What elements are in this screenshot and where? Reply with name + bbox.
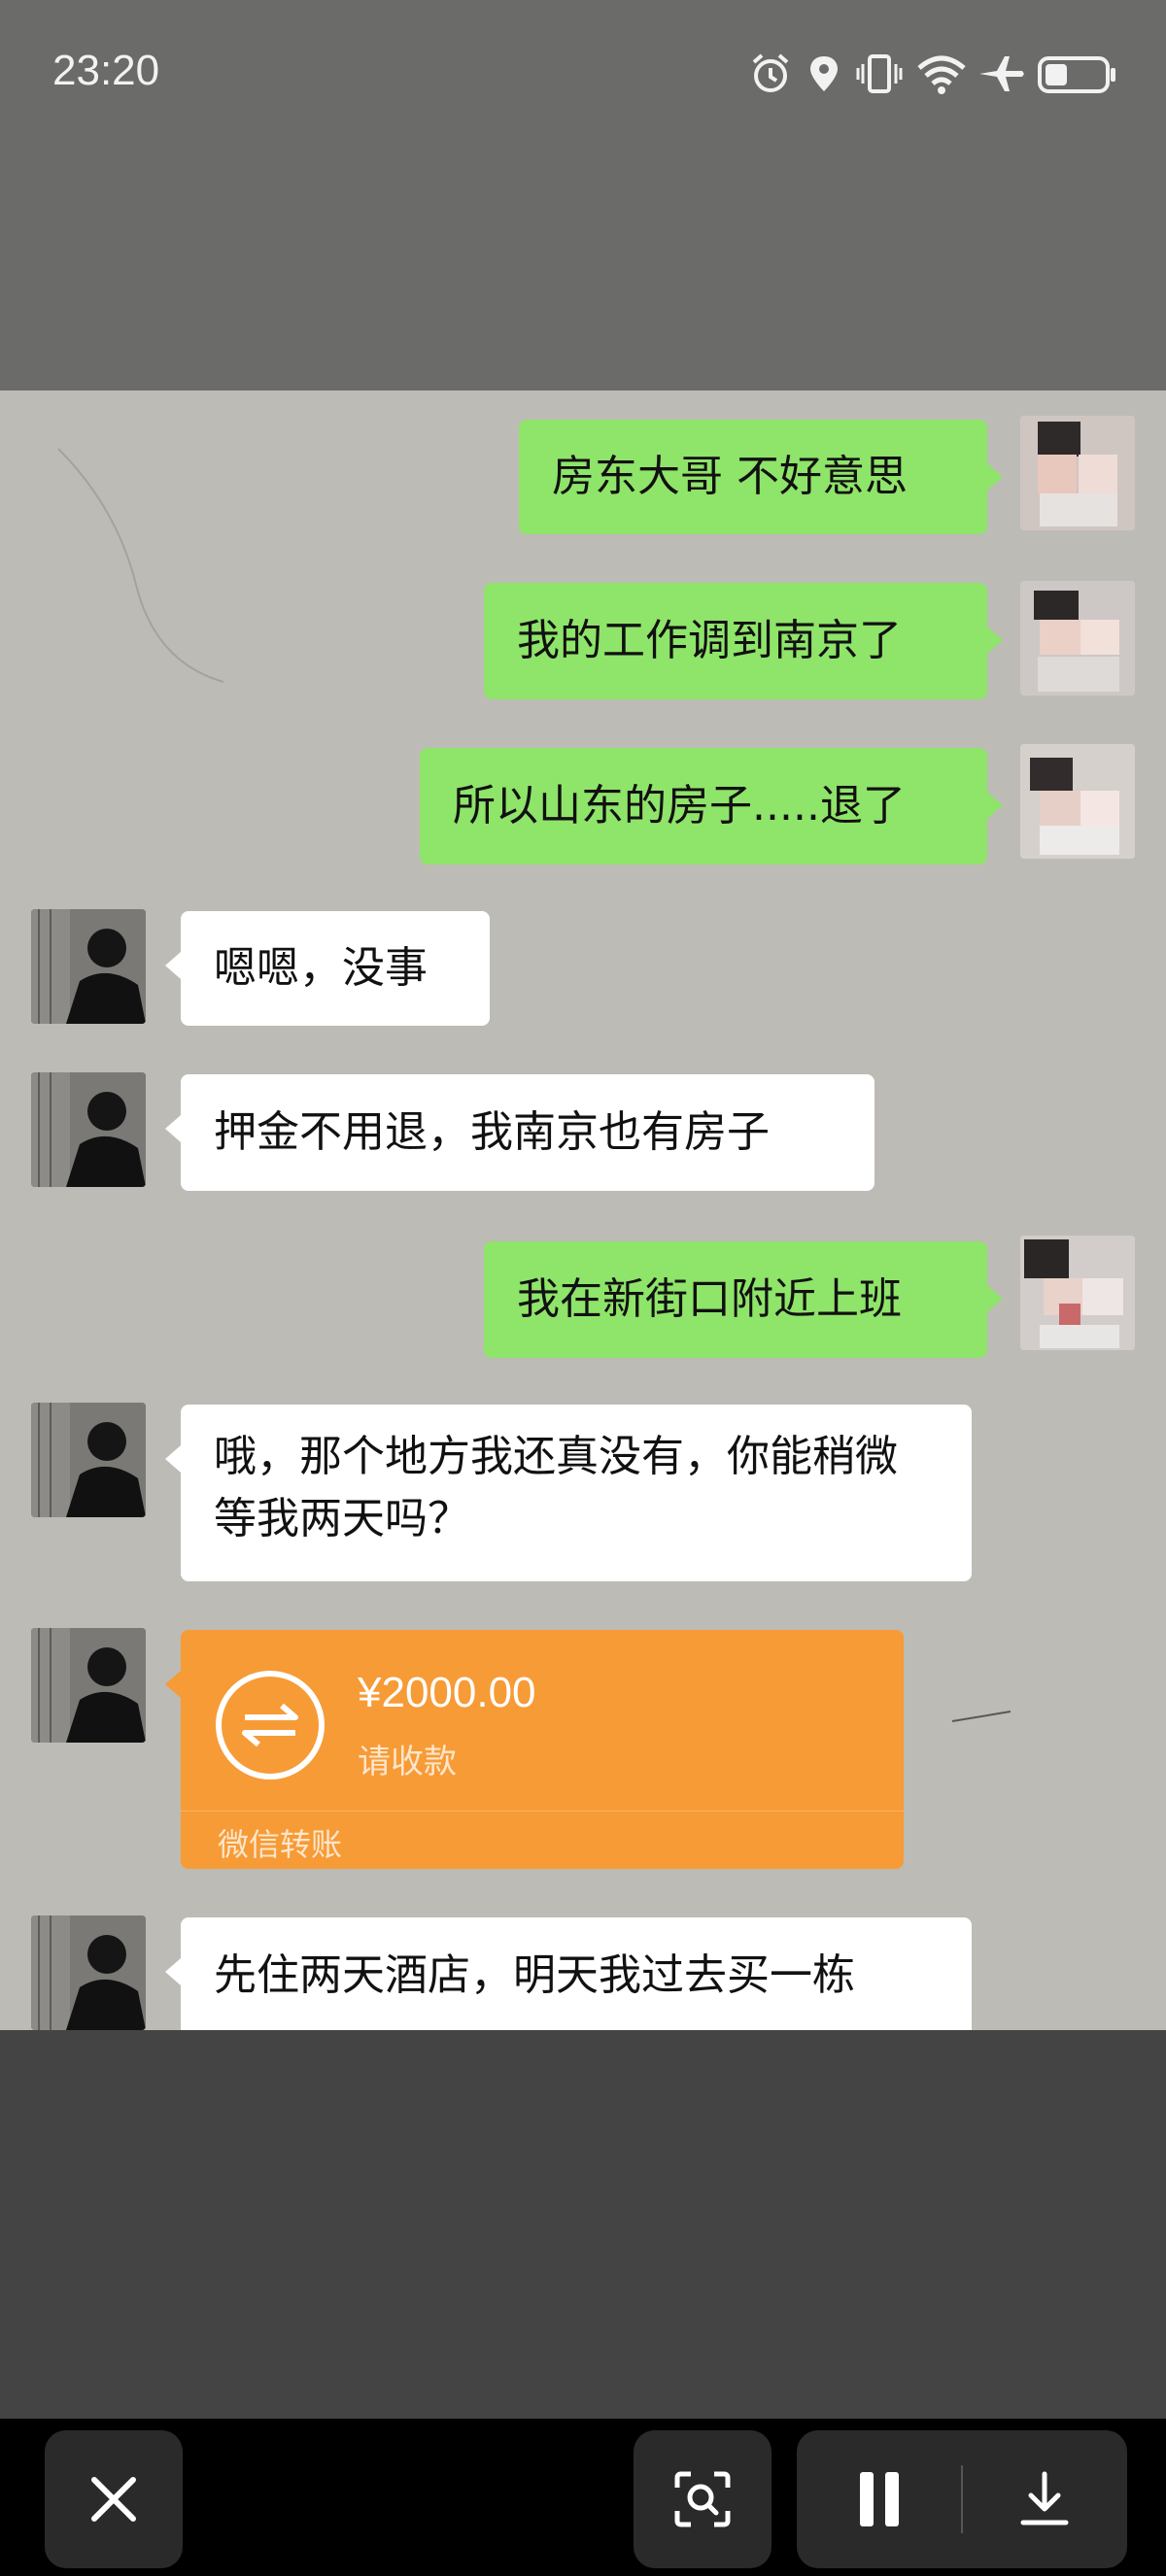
- status-bar: 23:20: [0, 0, 1166, 390]
- message-bubble-received[interactable]: 押金不用退，我南京也有房子: [181, 1074, 874, 1191]
- message-bubble-received[interactable]: 先住两天酒店，明天我过去买一栋: [181, 1917, 972, 2030]
- message-bubble-sent[interactable]: 房东大哥 不好意思: [519, 420, 987, 534]
- message-text: 我的工作调到南京了: [517, 616, 902, 665]
- vibrate-icon: [856, 54, 903, 93]
- message-text: 所以山东的房子.....退了: [453, 781, 906, 830]
- message-text: 押金不用退，我南京也有房子: [214, 1107, 770, 1157]
- playback-controls: [797, 2430, 1127, 2568]
- pause-button[interactable]: [797, 2430, 962, 2568]
- message-text: 嗯嗯，没事: [214, 943, 428, 993]
- avatar-self[interactable]: [1020, 744, 1135, 859]
- avatar-contact[interactable]: [31, 1628, 146, 1743]
- message-text: 我在新街口附近上班: [517, 1274, 902, 1324]
- close-icon: [91, 2477, 136, 2522]
- bubble-tail: [987, 463, 1003, 491]
- bubble-tail: [987, 627, 1003, 654]
- alarm-icon: [752, 53, 789, 92]
- avatar-contact[interactable]: [31, 1072, 146, 1187]
- message-text: 哦，那个地方我还真没有，你能稍微等我两天吗？: [214, 1432, 898, 1543]
- message-bubble-received[interactable]: 哦，那个地方我还真没有，你能稍微等我两天吗？: [181, 1405, 972, 1581]
- bubble-tail: [165, 952, 181, 979]
- transfer-amount: ¥2000.00: [358, 1669, 536, 1716]
- bubble-tail: [987, 792, 1003, 819]
- avatar-self[interactable]: [1020, 581, 1135, 695]
- transfer-footer: 微信转账: [218, 1826, 343, 1863]
- message-bubble-sent[interactable]: 我在新街口附近上班: [484, 1241, 987, 1358]
- airplane-mode-icon: [979, 56, 1024, 91]
- chat-area: 房东大哥 不好意思 我的工作调到南京了 所以山东的房子.....退了 嗯嗯，没事: [0, 390, 1166, 2030]
- bottom-control-bar: [0, 2419, 1166, 2576]
- bubble-tail: [165, 1115, 181, 1142]
- message-bubble-received[interactable]: 嗯嗯，没事: [181, 911, 490, 1026]
- battery-icon: [1038, 56, 1115, 93]
- transfer-divider: [181, 1811, 904, 1812]
- avatar-contact[interactable]: [31, 909, 146, 1024]
- pause-icon: [860, 2472, 899, 2526]
- message-text: 房东大哥 不好意思: [552, 452, 908, 501]
- scan-button[interactable]: [634, 2430, 772, 2568]
- location-icon: [810, 56, 838, 91]
- bubble-tail: [165, 1671, 181, 1698]
- message-bubble-sent[interactable]: 我的工作调到南京了: [484, 583, 987, 699]
- message-bubble-sent[interactable]: 所以山东的房子.....退了: [420, 748, 987, 864]
- message-text: 先住两天酒店，明天我过去买一栋: [214, 1950, 855, 2000]
- bubble-tail: [165, 1445, 181, 1473]
- download-button[interactable]: [962, 2430, 1127, 2568]
- transfer-arrows-icon: [216, 1671, 325, 1779]
- bubble-tail: [165, 1958, 181, 1985]
- avatar-contact[interactable]: [31, 1403, 146, 1517]
- scan-icon: [674, 2471, 731, 2527]
- wifi-icon: [917, 55, 966, 94]
- transfer-status: 请收款: [358, 1743, 457, 1781]
- download-icon: [1020, 2471, 1069, 2525]
- close-button[interactable]: [45, 2430, 183, 2568]
- transfer-card[interactable]: ¥2000.00 请收款 微信转账: [181, 1630, 904, 1869]
- avatar-contact[interactable]: [31, 1915, 146, 2030]
- avatar-self[interactable]: [1020, 1236, 1135, 1350]
- avatar-self[interactable]: [1020, 416, 1135, 530]
- bubble-tail: [987, 1285, 1003, 1312]
- status-time: 23:20: [52, 47, 160, 94]
